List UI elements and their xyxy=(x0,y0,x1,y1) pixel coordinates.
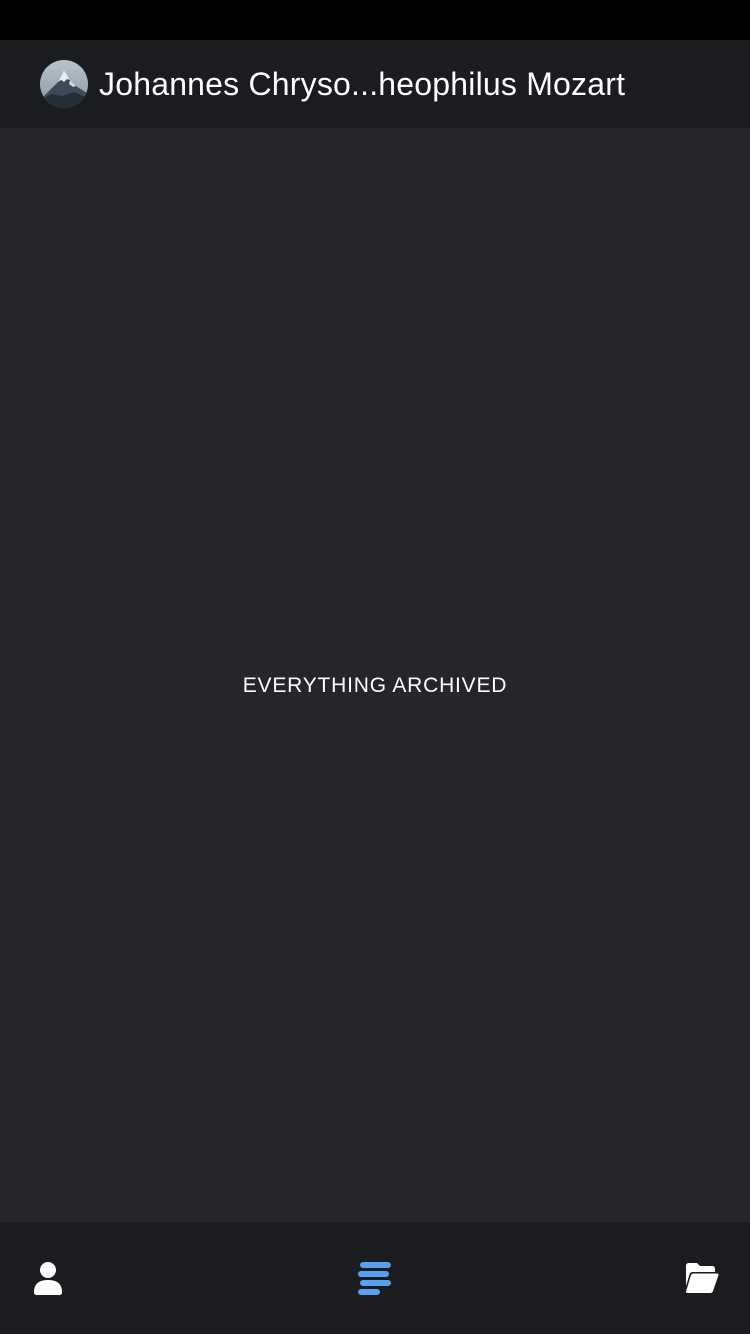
empty-state-message: EVERYTHING ARCHIVED xyxy=(242,674,508,697)
tab-archive[interactable] xyxy=(652,1222,750,1334)
tab-feed[interactable] xyxy=(325,1222,425,1334)
feed-lines-icon xyxy=(358,1262,391,1295)
status-bar xyxy=(0,0,750,40)
tab-bar xyxy=(0,1222,750,1334)
folder-open-icon xyxy=(685,1263,719,1293)
avatar[interactable] xyxy=(40,60,88,108)
mountain-avatar-icon xyxy=(40,60,88,108)
header: Johannes Chryso...heophilus Mozart xyxy=(0,40,750,128)
user-icon xyxy=(34,1262,62,1295)
tab-profile[interactable] xyxy=(0,1222,98,1334)
app-screen: Johannes Chryso...heophilus Mozart EVERY… xyxy=(0,0,750,1334)
main-content: EVERYTHING ARCHIVED xyxy=(0,128,750,1222)
page-title: Johannes Chryso...heophilus Mozart xyxy=(99,65,626,102)
